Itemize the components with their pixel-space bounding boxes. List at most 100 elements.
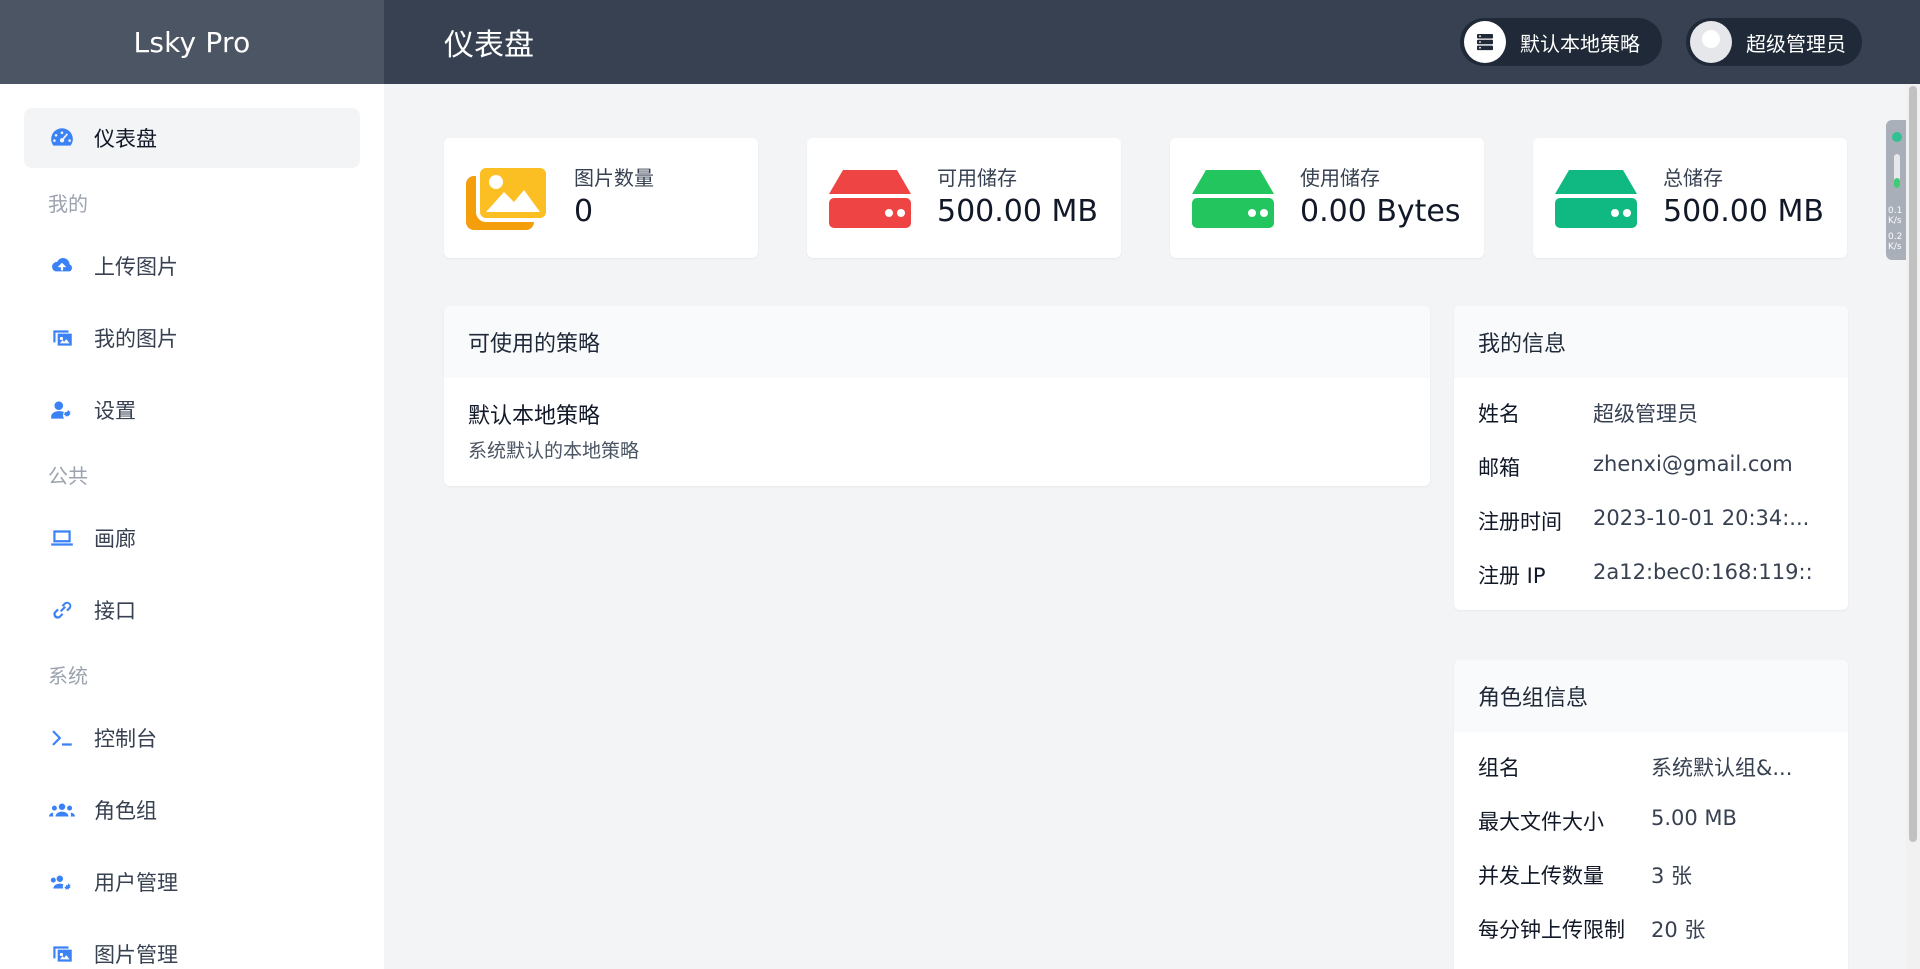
- speed-up-value: 0.1: [1888, 206, 1903, 216]
- stat-value: 500.00 MB: [937, 194, 1098, 229]
- stat-value: 0.00 Bytes: [1300, 194, 1461, 229]
- sidebar-item-my-images[interactable]: 我的图片: [24, 308, 360, 368]
- stat-value: 0: [574, 194, 594, 229]
- info-row-email: 邮箱 zhenxi@gmail.com: [1478, 452, 1823, 482]
- role-value: 20 张: [1651, 918, 1706, 942]
- users-cog-icon: [48, 868, 76, 896]
- role-key: 最大文件大小: [1478, 810, 1604, 834]
- panel-title: 可使用的策略: [444, 306, 1430, 378]
- stat-label: 图片数量: [574, 166, 654, 190]
- info-key: 注册 IP: [1478, 564, 1546, 588]
- hdd-icon: [829, 164, 911, 234]
- stat-value: 500.00 MB: [1663, 194, 1824, 229]
- sidebar-item-console[interactable]: 控制台: [24, 708, 360, 768]
- section-system: 系统: [48, 663, 88, 688]
- speed-down-value: 0.2: [1888, 232, 1903, 242]
- role-row-concurrent-uploads: 并发上传数量 3 张: [1478, 860, 1831, 890]
- users-icon: [48, 796, 76, 824]
- sidebar-item-images-manage[interactable]: 图片管理: [24, 924, 360, 969]
- sidebar-item-label: 用户管理: [94, 871, 178, 895]
- sidebar-item-upload[interactable]: 上传图片: [24, 236, 360, 296]
- top-header: 仪表盘 默认本地策略 超级管理员: [384, 0, 1920, 84]
- laptop-icon: [48, 524, 76, 552]
- info-value: zhenxi@gmail.com: [1593, 452, 1793, 476]
- sidebar-item-dashboard[interactable]: 仪表盘: [24, 108, 360, 168]
- status-dot-icon: [1892, 132, 1902, 142]
- sidebar-item-label: 仪表盘: [94, 127, 157, 151]
- info-value: 2a12:bec0:168:119::: [1593, 560, 1813, 584]
- brand-logo[interactable]: Lsky Pro: [0, 0, 384, 84]
- sidebar-item-settings[interactable]: 设置: [24, 380, 360, 440]
- strategies-panel: 可使用的策略 默认本地策略 系统默认的本地策略: [444, 306, 1430, 486]
- user-cog-icon: [48, 396, 76, 424]
- info-row-register-ip: 注册 IP 2a12:bec0:168:119::: [1478, 560, 1823, 590]
- role-row-group-name: 组名 系统默认组&...: [1478, 752, 1831, 782]
- stat-label: 使用储存: [1300, 166, 1380, 190]
- role-row-upload-limit-per-minute: 每分钟上传限制 20 张: [1478, 914, 1831, 944]
- sidebar-item-label: 设置: [94, 399, 136, 423]
- role-key: 并发上传数量: [1478, 864, 1604, 888]
- sidebar-item-roles[interactable]: 角色组: [24, 780, 360, 840]
- user-menu-button[interactable]: 超级管理员: [1686, 18, 1862, 66]
- info-value: 超级管理员: [1593, 402, 1698, 426]
- server-icon: [1464, 21, 1506, 63]
- stat-card-used-storage: 使用储存 0.00 Bytes: [1170, 138, 1484, 258]
- role-value: 系统默认组&...: [1651, 756, 1793, 780]
- sidebar-nav: 仪表盘 我的 上传图片 我的图片 设置 公共 画廊 接口 系统 控制台 角色组 …: [0, 84, 384, 969]
- cloud-upload-icon: [48, 252, 76, 280]
- role-key: 组名: [1478, 756, 1520, 780]
- strategy-name: 默认本地策略: [468, 404, 601, 429]
- section-public: 公共: [48, 463, 88, 488]
- hdd-icon: [1192, 164, 1274, 234]
- strategy-description: 系统默认的本地策略: [468, 440, 640, 462]
- strategy-label: 默认本地策略: [1520, 31, 1640, 56]
- info-key: 邮箱: [1478, 456, 1520, 480]
- section-mine: 我的: [48, 191, 88, 216]
- stat-card-available-storage: 可用储存 500.00 MB: [807, 138, 1121, 258]
- sidebar-item-label: 角色组: [94, 799, 157, 823]
- network-speed-widget[interactable]: 0.1 K/s 0.2 K/s: [1886, 120, 1908, 260]
- info-row-register-time: 注册时间 2023-10-01 20:34:...: [1478, 506, 1823, 536]
- sidebar: Lsky Pro 仪表盘 我的 上传图片 我的图片 设置 公共 画廊 接口 系统…: [0, 0, 384, 969]
- sidebar-item-label: 控制台: [94, 727, 157, 751]
- info-key: 姓名: [1478, 402, 1520, 426]
- speed-unit: K/s: [1888, 216, 1902, 226]
- stat-label: 可用储存: [937, 166, 1017, 190]
- panel-title: 我的信息: [1454, 306, 1848, 378]
- panel-title: 角色组信息: [1454, 660, 1848, 732]
- gauge-icon: [48, 124, 76, 152]
- hdd-icon: [1555, 164, 1637, 234]
- avatar-head-icon: [1702, 30, 1720, 48]
- page-scrollbar[interactable]: [1906, 84, 1920, 969]
- sidebar-item-api[interactable]: 接口: [24, 580, 360, 640]
- stat-card-total-storage: 总储存 500.00 MB: [1533, 138, 1847, 258]
- images-icon: [466, 164, 550, 234]
- sidebar-item-users[interactable]: 用户管理: [24, 852, 360, 912]
- user-label: 超级管理员: [1746, 31, 1846, 56]
- role-group-panel: 角色组信息 组名 系统默认组&... 最大文件大小 5.00 MB 并发上传数量…: [1454, 660, 1848, 969]
- info-row-name: 姓名 超级管理员: [1478, 398, 1823, 428]
- info-value: 2023-10-01 20:34:...: [1593, 506, 1810, 530]
- sidebar-item-label: 接口: [94, 599, 136, 623]
- role-key: 每分钟上传限制: [1478, 918, 1625, 942]
- sidebar-item-gallery[interactable]: 画廊: [24, 508, 360, 568]
- speed-unit: K/s: [1888, 242, 1902, 252]
- stat-card-image-count: 图片数量 0: [444, 138, 758, 258]
- strategy-selector-button[interactable]: 默认本地策略: [1460, 18, 1662, 66]
- avatar: [1690, 21, 1732, 63]
- sidebar-item-label: 图片管理: [94, 943, 178, 967]
- sidebar-item-label: 画廊: [94, 527, 136, 551]
- my-info-panel: 我的信息 姓名 超级管理员 邮箱 zhenxi@gmail.com 注册时间 2…: [1454, 306, 1848, 610]
- link-icon: [48, 596, 76, 624]
- terminal-icon: [48, 724, 76, 752]
- stat-label: 总储存: [1663, 166, 1723, 190]
- info-key: 注册时间: [1478, 510, 1562, 534]
- sidebar-item-label: 我的图片: [94, 327, 178, 351]
- sidebar-item-label: 上传图片: [94, 255, 178, 279]
- page-title: 仪表盘: [444, 28, 534, 63]
- role-row-max-file-size: 最大文件大小 5.00 MB: [1478, 806, 1831, 836]
- speed-bar: [1894, 154, 1900, 188]
- images-icon: [48, 324, 76, 352]
- scrollbar-thumb[interactable]: [1909, 86, 1917, 842]
- role-value: 3 张: [1651, 864, 1693, 888]
